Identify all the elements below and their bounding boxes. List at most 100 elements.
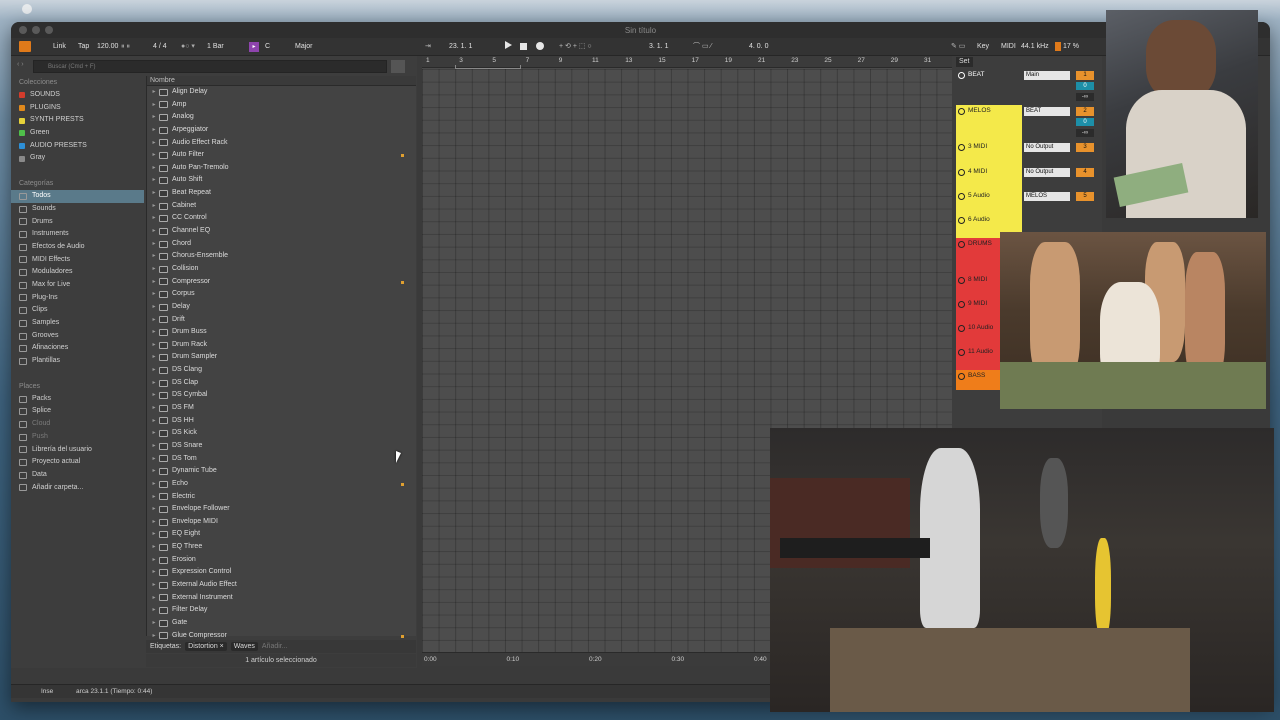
place-item[interactable]: Splice xyxy=(11,405,144,418)
browser-item[interactable]: ▸ EQ Three xyxy=(147,541,416,554)
collection-item[interactable]: SYNTH PRESTS xyxy=(11,114,144,127)
expand-arrow-icon[interactable]: ▸ xyxy=(149,415,159,428)
follow-icon[interactable]: ⇥ xyxy=(425,41,431,53)
browser-item[interactable]: ▸ Filter Delay xyxy=(147,604,416,617)
browser-item[interactable]: ▸ Align Delay xyxy=(147,86,416,99)
expand-arrow-icon[interactable]: ▸ xyxy=(149,579,159,592)
apple-icon[interactable] xyxy=(22,4,32,14)
track-header[interactable]: 4 MIDI No Output 4 xyxy=(956,166,1096,190)
category-item[interactable]: Drums xyxy=(11,216,144,229)
fold-track-icon[interactable] xyxy=(958,373,965,380)
expand-arrow-icon[interactable]: ▸ xyxy=(149,250,159,263)
browser-item[interactable]: ▸ Arpeggiator xyxy=(147,124,416,137)
track-name[interactable]: 5 Audio xyxy=(956,190,1022,214)
browser-item[interactable]: ▸ DS Tom xyxy=(147,453,416,466)
category-item[interactable]: Efectos de Audio xyxy=(11,241,144,254)
expand-arrow-icon[interactable]: ▸ xyxy=(149,288,159,301)
place-item[interactable]: Añadir carpeta... xyxy=(11,482,144,495)
browser-item[interactable]: ▸ Drum Sampler xyxy=(147,351,416,364)
expand-arrow-icon[interactable]: ▸ xyxy=(149,263,159,276)
key-map-button[interactable]: Key xyxy=(977,41,989,53)
midi-map-button[interactable]: MIDI xyxy=(1001,41,1016,53)
browser-item[interactable]: ▸ Compressor xyxy=(147,276,416,289)
track-activator-button[interactable]: 2 xyxy=(1076,107,1094,116)
track-activator-button[interactable]: 4 xyxy=(1076,168,1094,177)
browser-item[interactable]: ▸ Chord xyxy=(147,238,416,251)
expand-arrow-icon[interactable]: ▸ xyxy=(149,592,159,605)
browser-item[interactable]: ▸ Auto Filter xyxy=(147,149,416,162)
expand-arrow-icon[interactable]: ▸ xyxy=(149,364,159,377)
expand-arrow-icon[interactable]: ▸ xyxy=(149,339,159,352)
track-name[interactable]: MELOS xyxy=(956,105,1022,141)
track-activator-button[interactable]: 5 xyxy=(1076,192,1094,201)
output-routing-select[interactable]: MELOS xyxy=(1024,192,1070,201)
browser-item[interactable]: ▸ DS HH xyxy=(147,415,416,428)
category-item[interactable]: Samples xyxy=(11,317,144,330)
fold-track-icon[interactable] xyxy=(958,277,965,284)
browser-item[interactable]: ▸ CC Control xyxy=(147,212,416,225)
expand-arrow-icon[interactable]: ▸ xyxy=(149,326,159,339)
fold-track-icon[interactable] xyxy=(958,349,965,356)
loop-start-field[interactable]: 3. 1. 1 xyxy=(649,41,668,53)
scale-select[interactable]: Major xyxy=(295,41,313,53)
browser-item[interactable]: ▸ DS Snare xyxy=(147,440,416,453)
track-activator-button[interactable]: 1 xyxy=(1076,71,1094,80)
tag-chip[interactable]: Distortion × xyxy=(185,642,227,651)
track-name[interactable]: 3 MIDI xyxy=(956,141,1022,166)
browser-item[interactable]: ▸ EQ Eight xyxy=(147,528,416,541)
place-item[interactable]: Cloud xyxy=(11,418,144,431)
collection-item[interactable]: Green xyxy=(11,127,144,140)
track-header[interactable]: BEAT Main 1 0 -∞ xyxy=(956,69,1096,105)
track-activator-button[interactable]: 3 xyxy=(1076,143,1094,152)
category-item[interactable]: Clips xyxy=(11,304,144,317)
browser-item[interactable]: ▸ Audio Effect Rack xyxy=(147,137,416,150)
browser-search-input[interactable]: Buscar (Cmd + F) xyxy=(33,60,387,73)
place-item[interactable]: Push xyxy=(11,431,144,444)
browser-item[interactable]: ▸ External Instrument xyxy=(147,592,416,605)
draw-mode-icon[interactable]: ✎ ▭ xyxy=(951,41,965,53)
fold-track-icon[interactable] xyxy=(958,325,965,332)
expand-arrow-icon[interactable]: ▸ xyxy=(149,604,159,617)
track-header[interactable]: 5 Audio MELOS 5 xyxy=(956,190,1096,214)
category-item[interactable]: Moduladores xyxy=(11,266,144,279)
category-item[interactable]: Plantillas xyxy=(11,355,144,368)
track-name[interactable]: BEAT xyxy=(956,69,1022,105)
browser-item[interactable]: ▸ Drum Buss xyxy=(147,326,416,339)
expand-arrow-icon[interactable]: ▸ xyxy=(149,427,159,440)
expand-arrow-icon[interactable]: ▸ xyxy=(149,516,159,529)
nudge-icon[interactable]: ⏸ ⏸ xyxy=(121,41,130,53)
expand-arrow-icon[interactable]: ▸ xyxy=(149,528,159,541)
browser-item[interactable]: ▸ Echo xyxy=(147,478,416,491)
overdub-controls-icon[interactable]: + ⟲ + ⬚ ○ xyxy=(559,41,592,53)
browser-item[interactable]: ▸ Drift xyxy=(147,314,416,327)
expand-arrow-icon[interactable]: ▸ xyxy=(149,149,159,162)
expand-arrow-icon[interactable]: ▸ xyxy=(149,554,159,567)
expand-arrow-icon[interactable]: ▸ xyxy=(149,200,159,213)
time-signature-field[interactable]: 4 / 4 xyxy=(153,41,167,53)
browser-item[interactable]: ▸ DS FM xyxy=(147,402,416,415)
pan-field[interactable]: -∞ xyxy=(1076,129,1094,137)
category-item[interactable]: Plug-Ins xyxy=(11,292,144,305)
place-item[interactable]: Librería del usuario xyxy=(11,444,144,457)
browser-item[interactable]: ▸ Auto Shift xyxy=(147,174,416,187)
filter-icon[interactable] xyxy=(391,60,405,73)
expand-arrow-icon[interactable]: ▸ xyxy=(149,301,159,314)
category-item[interactable]: Afinaciones xyxy=(11,342,144,355)
volume-field[interactable]: 0 xyxy=(1076,118,1094,126)
browser-item[interactable]: ▸ Collision xyxy=(147,263,416,276)
expand-arrow-icon[interactable]: ▸ xyxy=(149,137,159,150)
track-header[interactable]: 3 MIDI No Output 3 xyxy=(956,141,1096,166)
browser-item[interactable]: ▸ Auto Pan-Tremolo xyxy=(147,162,416,175)
browser-item[interactable]: ▸ Gate xyxy=(147,617,416,630)
browser-item[interactable]: ▸ Channel EQ xyxy=(147,225,416,238)
fold-track-icon[interactable] xyxy=(958,217,965,224)
collection-item[interactable]: AUDIO PRESETS xyxy=(11,140,144,153)
track-name[interactable]: 4 MIDI xyxy=(956,166,1022,190)
expand-arrow-icon[interactable]: ▸ xyxy=(149,491,159,504)
fold-track-icon[interactable] xyxy=(958,144,965,151)
place-item[interactable]: Packs xyxy=(11,393,144,406)
place-item[interactable]: Data xyxy=(11,469,144,482)
link-button[interactable]: Link xyxy=(53,41,66,53)
browser-item[interactable]: ▸ DS Clang xyxy=(147,364,416,377)
expand-arrow-icon[interactable]: ▸ xyxy=(149,225,159,238)
